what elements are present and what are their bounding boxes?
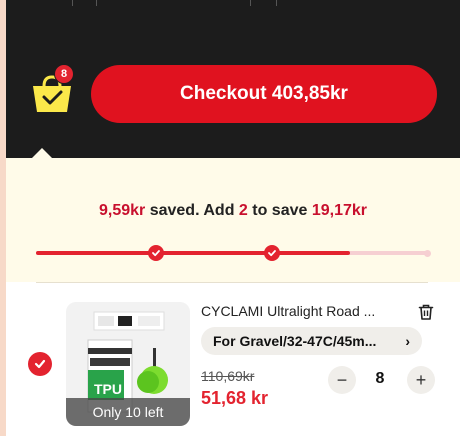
chevron-right-icon: ›: [405, 333, 410, 349]
variant-selector[interactable]: For Gravel/32-47C/45m... ›: [201, 327, 422, 355]
savings-message: 9,59kr saved. Add 2 to save 19,17kr: [6, 202, 460, 220]
saved-text: saved. Add: [145, 202, 239, 219]
divider: [36, 282, 428, 283]
cart-icon[interactable]: 8: [30, 64, 74, 116]
sale-price: 51,68 kr: [201, 388, 269, 408]
savings-progress-fill: [36, 251, 350, 255]
milestone-check-icon: [264, 245, 280, 261]
svg-text:TPU: TPU: [94, 381, 122, 397]
checkout-button[interactable]: Checkout 403,85kr: [91, 65, 437, 123]
panel-pointer: [32, 148, 52, 158]
cart-drawer: 8 Checkout 403,85kr 9,59kr saved. Add 2 …: [0, 0, 460, 436]
original-price: 110,69kr: [201, 368, 255, 384]
milestone-dot: [424, 250, 431, 257]
product-image[interactable]: TPU Only 10 left: [66, 302, 190, 426]
quantity-increase-button[interactable]: +: [407, 366, 435, 394]
target-amount: 19,17kr: [311, 202, 368, 219]
milestone-check-icon: [148, 245, 164, 261]
saved-amount: 9,59kr: [98, 202, 146, 219]
cart-count-badge: 8: [54, 64, 74, 84]
trash-icon[interactable]: [417, 303, 435, 321]
item-select-checkbox[interactable]: [28, 352, 52, 376]
cart-header: 8 Checkout 403,85kr: [6, 30, 460, 158]
add-count: 2: [238, 202, 248, 219]
product-title[interactable]: CYCLAMI Ultralight Road ...: [201, 303, 401, 319]
quantity-value: 8: [375, 370, 385, 387]
to-save-text: to save: [247, 202, 312, 219]
stock-label: Only 10 left: [66, 398, 190, 426]
variant-label: For Gravel/32-47C/45m...: [213, 333, 377, 349]
top-bar: [6, 0, 460, 30]
quantity-decrease-button[interactable]: −: [328, 366, 356, 394]
check-icon: [34, 359, 46, 369]
